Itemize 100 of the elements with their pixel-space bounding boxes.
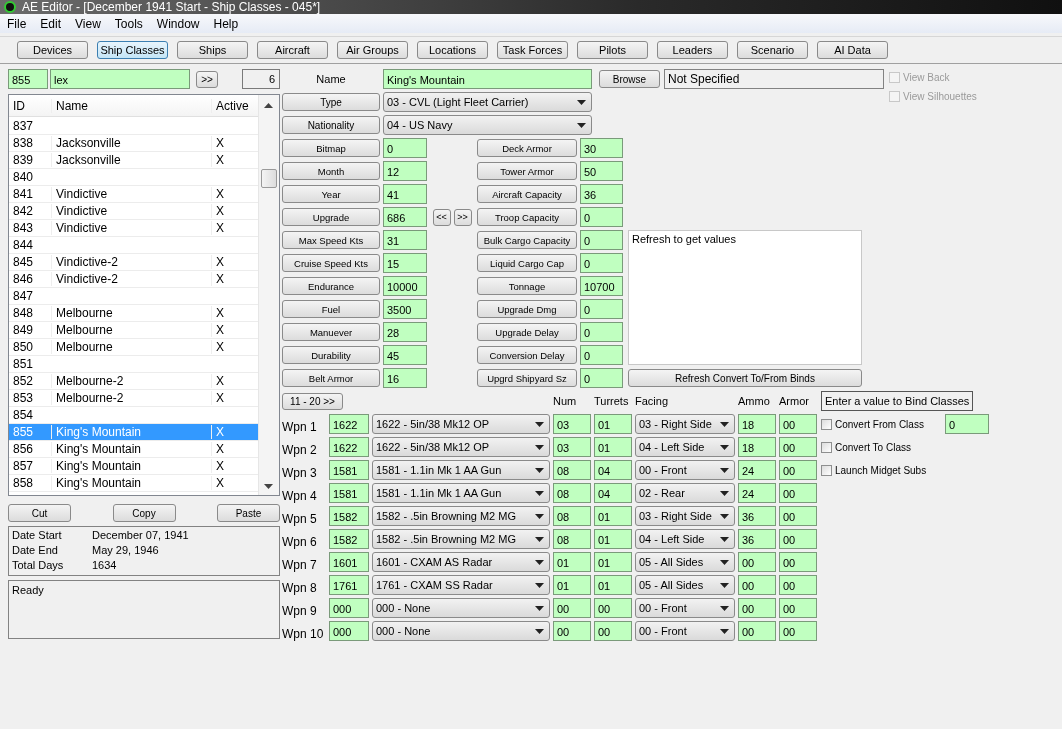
armor-field[interactable]: 00 — [779, 598, 817, 618]
turrets-field[interactable]: 01 — [594, 414, 632, 434]
turrets-field[interactable]: 00 — [594, 621, 632, 641]
device-dropdown[interactable]: 1581 - 1.1in Mk 1 AA Gun — [372, 460, 550, 480]
armor-field[interactable]: 00 — [779, 529, 817, 549]
field-button[interactable]: Deck Armor — [477, 139, 577, 157]
armor-field[interactable]: 00 — [779, 483, 817, 503]
column-header[interactable]: Active — [211, 98, 257, 113]
list-row[interactable]: 844 — [9, 237, 258, 254]
menu-item[interactable]: Tools — [107, 16, 150, 31]
field-button[interactable]: Fuel — [282, 300, 380, 318]
field-button[interactable]: Aircraft Capacity — [477, 185, 577, 203]
ammo-field[interactable]: 00 — [738, 598, 776, 618]
toolbar-tab[interactable]: Leaders — [657, 41, 728, 59]
edit-button[interactable]: Copy — [112, 504, 176, 522]
facing-dropdown[interactable]: 03 - Right Side — [635, 414, 735, 434]
device-id-field[interactable]: 1761 — [329, 575, 369, 595]
turrets-field[interactable]: 04 — [594, 460, 632, 480]
armor-field[interactable]: 00 — [779, 460, 817, 480]
scroll-up-icon[interactable] — [264, 103, 273, 108]
toolbar-tab[interactable]: Pilots — [577, 41, 648, 59]
device-dropdown[interactable]: 1622 - 5in/38 Mk12 OP — [372, 437, 550, 457]
menu-item[interactable]: View — [68, 16, 108, 31]
field-button[interactable]: Tonnage — [477, 277, 577, 295]
turrets-field[interactable]: 01 — [594, 437, 632, 457]
scroll-down-icon[interactable] — [264, 484, 273, 489]
num-field[interactable]: 08 — [553, 460, 591, 480]
browse-button[interactable]: Browse — [599, 70, 660, 88]
list-row[interactable]: 838 Jacksonville X — [9, 135, 258, 152]
value-field[interactable]: 16 — [383, 368, 427, 388]
field-button[interactable]: Upgrade Dmg — [477, 300, 577, 318]
list-row[interactable]: 847 — [9, 288, 258, 305]
num-field[interactable]: 00 — [553, 598, 591, 618]
ammo-field[interactable]: 36 — [738, 506, 776, 526]
facing-dropdown[interactable]: 00 - Front — [635, 598, 735, 618]
device-id-field[interactable]: 000 — [329, 621, 369, 641]
list-row[interactable]: 851 — [9, 356, 258, 373]
ammo-field[interactable]: 24 — [738, 460, 776, 480]
device-dropdown[interactable]: 000 - None — [372, 621, 550, 641]
value-field[interactable]: 3500 — [383, 299, 427, 319]
device-id-field[interactable]: 000 — [329, 598, 369, 618]
field-button[interactable]: Max Speed Kts — [282, 231, 380, 249]
list-row[interactable]: 843 Vindictive X — [9, 220, 258, 237]
field-button[interactable]: Conversion Delay — [477, 346, 577, 364]
ammo-field[interactable]: 18 — [738, 414, 776, 434]
list-row[interactable]: 853 Melbourne-2 X — [9, 390, 258, 407]
turrets-field[interactable]: 01 — [594, 506, 632, 526]
num-field[interactable]: 08 — [553, 529, 591, 549]
num-field[interactable]: 03 — [553, 437, 591, 457]
ammo-field[interactable]: 00 — [738, 552, 776, 572]
menu-item[interactable]: Help — [206, 16, 246, 31]
value-field[interactable]: 10700 — [580, 276, 623, 296]
field-button[interactable]: Endurance — [282, 277, 380, 295]
ammo-field[interactable]: 36 — [738, 529, 776, 549]
turrets-field[interactable]: 01 — [594, 529, 632, 549]
toolbar-tab[interactable]: AI Data — [817, 41, 888, 59]
dropdown[interactable]: 04 - US Navy — [383, 115, 592, 135]
device-dropdown[interactable]: 1761 - CXAM SS Radar — [372, 575, 550, 595]
ammo-field[interactable]: 00 — [738, 621, 776, 641]
field-button[interactable]: Bitmap — [282, 139, 380, 157]
toolbar-tab[interactable]: Task Forces — [497, 41, 568, 59]
field-button[interactable]: Upgrade Delay — [477, 323, 577, 341]
value-field[interactable]: 36 — [580, 184, 623, 204]
facing-dropdown[interactable]: 02 - Rear — [635, 483, 735, 503]
toolbar-tab[interactable]: Aircraft — [257, 41, 328, 59]
device-id-field[interactable]: 1581 — [329, 460, 369, 480]
turrets-field[interactable]: 01 — [594, 575, 632, 595]
column-header[interactable]: ID — [9, 98, 51, 113]
armor-field[interactable]: 00 — [779, 552, 817, 572]
list-row[interactable]: 849 Melbourne X — [9, 322, 258, 339]
field-button[interactable]: Upgrade — [282, 208, 380, 226]
checkbox[interactable] — [821, 464, 832, 476]
value-field[interactable]: 686 — [383, 207, 427, 227]
list-row[interactable]: 848 Melbourne X — [9, 305, 258, 322]
step-button[interactable]: >> — [453, 208, 472, 226]
field-button[interactable]: Nationality — [282, 116, 380, 134]
device-id-field[interactable]: 1601 — [329, 552, 369, 572]
list-row[interactable]: 850 Melbourne X — [9, 339, 258, 356]
device-id-field[interactable]: 1622 — [329, 414, 369, 434]
value-field[interactable]: 45 — [383, 345, 427, 365]
value-field[interactable]: 0 — [580, 230, 623, 250]
refresh-button[interactable]: Refresh Convert To/From Binds — [628, 369, 862, 387]
value-field[interactable]: 0 — [580, 322, 623, 342]
binds-textbox[interactable]: Refresh to get values — [628, 230, 862, 365]
facing-dropdown[interactable]: 04 - Left Side — [635, 437, 735, 457]
value-field[interactable]: 28 — [383, 322, 427, 342]
dropdown[interactable]: 03 - CVL (Light Fleet Carrier) — [383, 92, 592, 112]
value-field[interactable]: 0 — [580, 207, 623, 227]
list-row[interactable]: 840 — [9, 169, 258, 186]
armor-field[interactable]: 00 — [779, 506, 817, 526]
facing-dropdown[interactable]: 00 - Front — [635, 460, 735, 480]
value-field[interactable]: 31 — [383, 230, 427, 250]
value-field[interactable]: 30 — [580, 138, 623, 158]
facing-dropdown[interactable]: 03 - Right Side — [635, 506, 735, 526]
field-button[interactable]: Bulk Cargo Capacity — [477, 231, 577, 249]
menu-item[interactable]: File — [0, 16, 34, 31]
armor-field[interactable]: 00 — [779, 575, 817, 595]
field-button[interactable]: Type — [282, 93, 380, 111]
num-field[interactable]: 03 — [553, 414, 591, 434]
value-field[interactable]: 15 — [383, 253, 427, 273]
